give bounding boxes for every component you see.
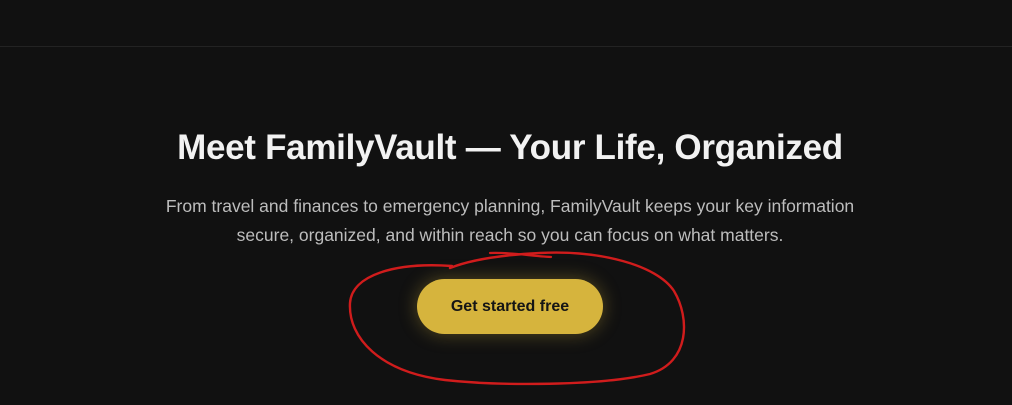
hero-section: Meet FamilyVault — Your Life, Organized … — [0, 0, 1012, 405]
hero-description-line-2: secure, organized, and within reach so y… — [236, 225, 784, 245]
hero-title: Meet FamilyVault — Your Life, Organized — [177, 128, 843, 167]
hero-description-line-1: From travel and finances to emergency pl… — [165, 196, 855, 216]
hero-description: From travel and finances to emergency pl… — [120, 192, 900, 250]
get-started-button[interactable]: Get started free — [417, 279, 603, 334]
